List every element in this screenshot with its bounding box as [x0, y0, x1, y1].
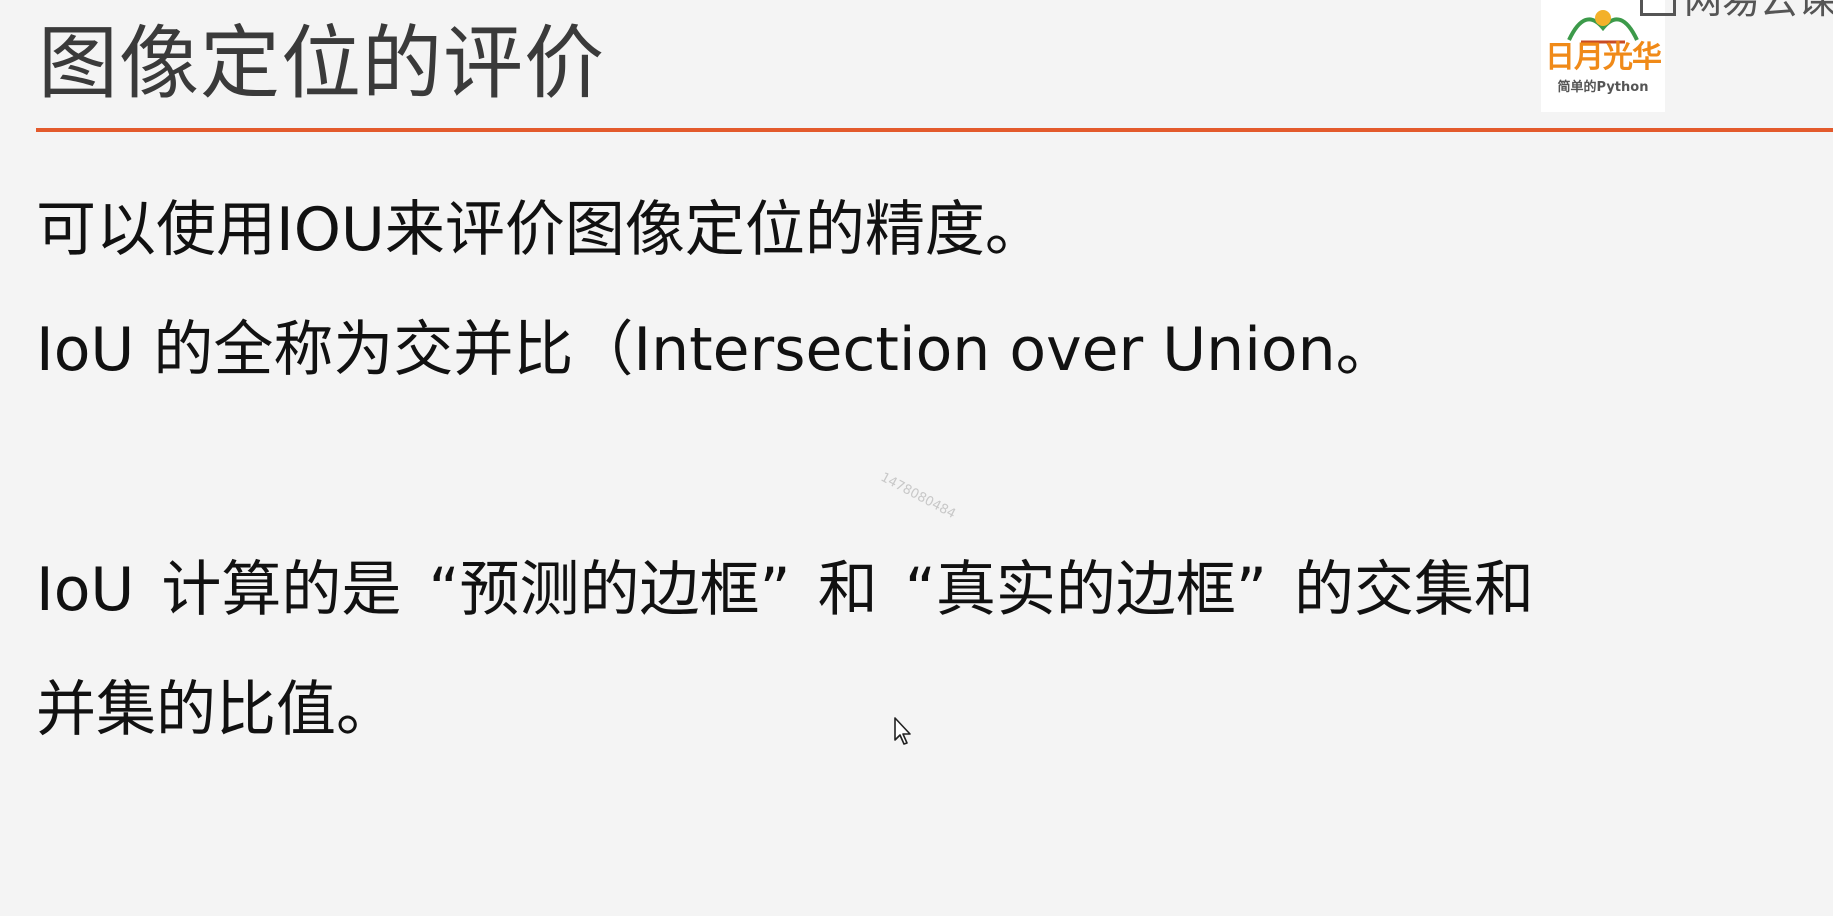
netease-cloud-classroom-icon	[1640, 0, 1676, 16]
body-line: 可以使用IOU来评价图像定位的精度。	[36, 195, 1045, 265]
slide: 图像定位的评价 日月光华 简单的Python 网易云课堂 可以使用IOU来评价图…	[0, 0, 1833, 916]
logo-subtitle: 简单的Python	[1557, 80, 1649, 95]
platform-brand-label: 网易云课堂	[1684, 0, 1833, 22]
body-line: IoU 计算的是 “预测的边框” 和 “真实的边框” 的交集和	[36, 555, 1535, 625]
title-divider	[36, 128, 1833, 132]
body-line: 并集的比值。	[36, 675, 396, 745]
mouse-pointer-icon	[894, 717, 911, 745]
slide-title: 图像定位的评价	[38, 17, 605, 110]
id-watermark: 1478080484	[877, 470, 959, 523]
logo-title: 日月光华	[1545, 40, 1662, 75]
platform-brand: 网易云课堂	[1640, 0, 1833, 22]
body-line: IoU 的全称为交并比（Intersection over Union。	[36, 315, 1396, 385]
